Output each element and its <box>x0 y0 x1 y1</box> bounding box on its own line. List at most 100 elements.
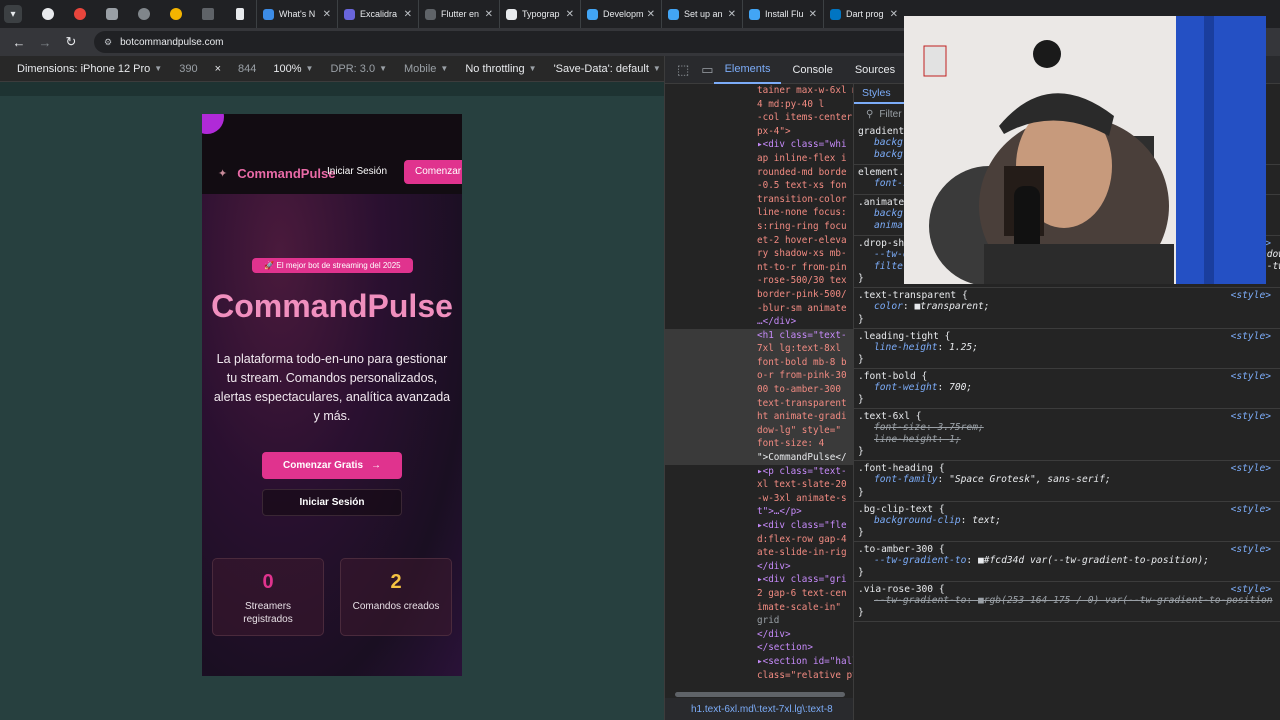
dom-node-line[interactable]: t">…</p> <box>665 505 853 519</box>
css-selector[interactable]: .text-6xl { <box>858 411 1280 422</box>
mode-select[interactable]: Mobile ▼ <box>404 63 448 75</box>
dom-node-line[interactable]: et-2 hover-eleva <box>665 234 853 248</box>
close-tab-icon[interactable]: ✕ <box>404 9 412 20</box>
url-omnibox[interactable]: ⚙ botcommandpulse.com <box>94 31 914 53</box>
pinned-tab-2[interactable] <box>64 0 96 28</box>
dom-node-line[interactable]: ▸<p class="text- <box>665 465 853 479</box>
pinned-tab-7[interactable] <box>224 0 256 28</box>
dom-node-line[interactable]: nt-to-r from-pin <box>665 261 853 275</box>
dom-node-line[interactable]: rounded-md borde <box>665 166 853 180</box>
dom-node-line[interactable]: ">CommandPulse</ <box>665 451 853 465</box>
dom-node-line[interactable]: s:ring-ring focu <box>665 220 853 234</box>
css-selector[interactable]: .text-transparent { <box>858 290 1280 301</box>
css-declaration[interactable]: color: ■transparent; <box>858 301 1280 313</box>
css-declaration[interactable]: font-weight: 700; <box>858 382 1280 394</box>
dom-node-line[interactable]: ht animate-gradi <box>665 410 853 424</box>
dom-node-line[interactable]: 00 to-amber-300 <box>665 383 853 397</box>
pinned-tab-4[interactable] <box>128 0 160 28</box>
site-info-icon[interactable]: ⚙ <box>104 37 112 48</box>
pinned-tab-6[interactable] <box>192 0 224 28</box>
close-tab-icon[interactable]: ✕ <box>485 9 493 20</box>
css-selector[interactable]: .bg-clip-text { <box>858 504 1280 515</box>
css-selector[interactable]: .to-amber-300 { <box>858 544 1280 555</box>
css-declaration[interactable]: font-size: 3.75rem; <box>858 422 1280 434</box>
close-tab-icon[interactable]: ✕ <box>809 9 817 20</box>
dom-node-line[interactable]: o-r from-pink-30 <box>665 369 853 384</box>
dom-node-line[interactable]: -col items-center <box>665 111 853 125</box>
css-declaration[interactable]: background-clip: text; <box>858 515 1280 527</box>
css-source-link[interactable]: <style> <box>1231 371 1271 382</box>
browser-tab[interactable]: Flutter en ✕ <box>418 0 499 28</box>
zoom-select[interactable]: 100% ▼ <box>273 63 313 75</box>
dom-node-line[interactable]: class="relative py- <box>665 669 853 683</box>
css-source-link[interactable]: <style> <box>1231 290 1271 301</box>
css-declaration[interactable]: line-height: 1.25; <box>858 342 1280 354</box>
css-source-link[interactable]: <style> <box>1231 463 1271 474</box>
tab-elements[interactable]: Elements <box>713 56 782 84</box>
css-selector[interactable]: .font-heading { <box>858 463 1280 474</box>
start-free-button[interactable]: Comenzar Gratis → <box>262 452 402 479</box>
css-selector[interactable]: .font-bold { <box>858 371 1280 382</box>
save-data-select[interactable]: 'Save-Data': default ▼ <box>554 63 661 75</box>
close-tab-icon[interactable]: ✕ <box>728 9 736 20</box>
back-arrow-icon[interactable]: ← <box>8 31 30 53</box>
browser-tab[interactable]: Install Flu ✕ <box>742 0 823 28</box>
pinned-tab-3[interactable] <box>96 0 128 28</box>
tab-console[interactable]: Console <box>781 56 843 84</box>
login-button[interactable]: Iniciar Sesión <box>262 489 402 516</box>
pinned-tab-github[interactable] <box>32 0 64 28</box>
dom-tree[interactable]: tainer max-w-6xl m4 md:py-40 l -col items… <box>665 84 853 696</box>
dom-horizontal-scrollbar[interactable] <box>675 692 845 697</box>
css-declaration[interactable]: line-height: 1; <box>858 434 1280 446</box>
browser-tab[interactable]: Excalidra ✕ <box>337 0 418 28</box>
dom-node-line[interactable]: line-none focus: <box>665 206 853 220</box>
dom-node-line[interactable]: …</div> <box>665 315 853 329</box>
dom-node-line[interactable]: dow-lg" style=" <box>665 423 853 438</box>
dom-node-line[interactable]: ▸<div class="gri <box>665 573 853 587</box>
dom-node-line[interactable]: transition-color <box>665 193 853 207</box>
viewport-height-input[interactable]: 844 <box>238 63 256 75</box>
dom-node-line[interactable]: 4 md:py-40 l <box>665 98 853 112</box>
css-declaration[interactable]: --tw-gradient-to: ■#fcd34d var(--tw-grad… <box>858 555 1280 567</box>
dom-node-line[interactable]: ▸<div class="fle <box>665 519 853 533</box>
viewport-width-input[interactable]: 390 <box>179 63 197 75</box>
forward-arrow-icon[interactable]: → <box>34 31 56 53</box>
dom-node-line[interactable]: </div> <box>665 628 853 642</box>
browser-tab[interactable]: Set up an ✕ <box>661 0 742 28</box>
dom-breadcrumb[interactable]: h1.text-6xl.md\:text-7xl.lg\:text-8 <box>665 698 853 720</box>
device-toggle-icon[interactable]: ▭ <box>701 62 713 78</box>
dom-node-line[interactable]: -0.5 text-xs fon <box>665 179 853 193</box>
dpr-select[interactable]: DPR: 3.0 ▼ <box>330 63 387 75</box>
dom-node-line[interactable]: border-pink-500/ <box>665 288 853 302</box>
dom-node-line[interactable]: -blur-sm animate <box>665 302 853 316</box>
dom-node-line[interactable]: <h1 class="text- <box>665 328 853 343</box>
close-tab-icon[interactable]: ✕ <box>890 9 898 20</box>
dom-node-line[interactable]: </section> <box>665 641 853 655</box>
inspect-element-icon[interactable]: ⬚ <box>677 62 689 78</box>
dom-node-line[interactable]: ap inline-flex i <box>665 152 853 166</box>
css-source-link[interactable]: <style> <box>1231 544 1271 555</box>
css-source-link[interactable]: <style> <box>1231 584 1271 595</box>
dom-node-line[interactable]: tainer max-w-6xl m <box>665 84 853 98</box>
tab-sources[interactable]: Sources <box>844 56 906 84</box>
nav-login-link[interactable]: Iniciar Sesión <box>327 166 387 177</box>
css-source-link[interactable]: <style> <box>1231 504 1271 515</box>
browser-tab[interactable]: Dart prog ✕ <box>823 0 904 28</box>
brand-logo[interactable]: ✦ CommandPulse <box>218 166 335 181</box>
css-declaration[interactable]: --tw-gradient-to: ■rgb(253 164 175 / 0) … <box>858 595 1280 607</box>
dom-node-line[interactable]: font-bold mb-8 b <box>665 355 853 370</box>
tab-search-icon[interactable]: ▾ <box>4 5 22 23</box>
close-tab-icon[interactable]: ✕ <box>566 9 574 20</box>
dom-node-line[interactable]: ry shadow-xs mb- <box>665 247 853 261</box>
dom-node-line[interactable]: text-transparent <box>665 396 853 411</box>
dom-node-line[interactable]: ▸<section id="hall-o <box>665 655 853 669</box>
css-selector[interactable]: .leading-tight { <box>858 331 1280 342</box>
device-dimensions-select[interactable]: Dimensions: iPhone 12 Pro ▼ <box>17 63 162 75</box>
dom-node-line[interactable]: ▸<div class="whi <box>665 138 853 152</box>
dom-node-line[interactable]: ate-slide-in-rig <box>665 546 853 560</box>
dom-node-line[interactable]: px-4"> <box>665 125 853 139</box>
dom-node-line[interactable]: -rose-500/30 tex <box>665 274 853 288</box>
css-selector[interactable]: .via-rose-300 { <box>858 584 1280 595</box>
reload-icon[interactable]: ↻ <box>60 31 82 53</box>
dom-node-line[interactable]: d:flex-row gap-4 <box>665 533 853 547</box>
